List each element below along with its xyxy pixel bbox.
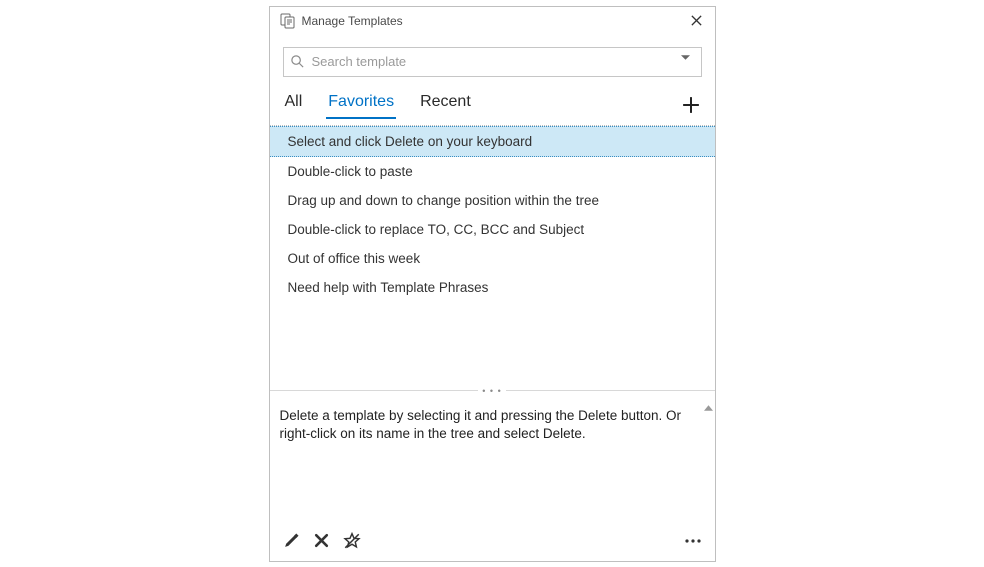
tab-recent[interactable]: Recent xyxy=(418,91,473,119)
search-icon xyxy=(290,54,306,70)
search-input[interactable] xyxy=(312,54,681,69)
splitter[interactable]: • • • xyxy=(270,390,715,401)
list-item[interactable]: Need help with Template Phrases xyxy=(270,273,715,302)
list-empty-area xyxy=(270,302,715,390)
preview-text: Delete a template by selecting it and pr… xyxy=(280,408,681,441)
template-list: Select and click Delete on your keyboard… xyxy=(270,125,715,302)
panel-title: Manage Templates xyxy=(302,14,687,28)
list-item[interactable]: Drag up and down to change position with… xyxy=(270,186,715,215)
list-item[interactable]: Select and click Delete on your keyboard xyxy=(270,126,715,157)
tab-row: All Favorites Recent xyxy=(270,91,715,119)
search-bar[interactable] xyxy=(283,47,702,77)
preview-pane: Delete a template by selecting it and pr… xyxy=(270,401,715,521)
footer-toolbar xyxy=(270,521,715,561)
pencil-icon xyxy=(283,532,300,549)
titlebar: Manage Templates xyxy=(270,7,715,35)
search-dropdown-button[interactable] xyxy=(681,55,695,69)
list-item[interactable]: Out of office this week xyxy=(270,244,715,273)
templates-icon xyxy=(280,13,296,29)
plus-icon xyxy=(682,96,700,114)
star-off-icon xyxy=(343,532,361,550)
tab-all[interactable]: All xyxy=(283,91,305,119)
list-item[interactable]: Double-click to paste xyxy=(270,157,715,186)
edit-button[interactable] xyxy=(282,531,302,551)
more-button[interactable] xyxy=(683,531,703,551)
delete-button[interactable] xyxy=(312,531,332,551)
delete-x-icon xyxy=(313,532,330,549)
add-template-button[interactable] xyxy=(680,94,702,116)
unfavorite-button[interactable] xyxy=(342,531,362,551)
splitter-grip-icon: • • • xyxy=(478,386,505,396)
close-button[interactable] xyxy=(687,11,707,31)
chevron-down-icon xyxy=(681,55,690,61)
list-item[interactable]: Double-click to replace TO, CC, BCC and … xyxy=(270,215,715,244)
close-icon xyxy=(690,14,703,27)
more-dots-icon xyxy=(685,539,701,543)
manage-templates-panel: Manage Templates All Favorites Recent xyxy=(269,6,716,562)
scroll-up-icon[interactable] xyxy=(704,405,713,411)
tab-favorites[interactable]: Favorites xyxy=(326,91,396,119)
